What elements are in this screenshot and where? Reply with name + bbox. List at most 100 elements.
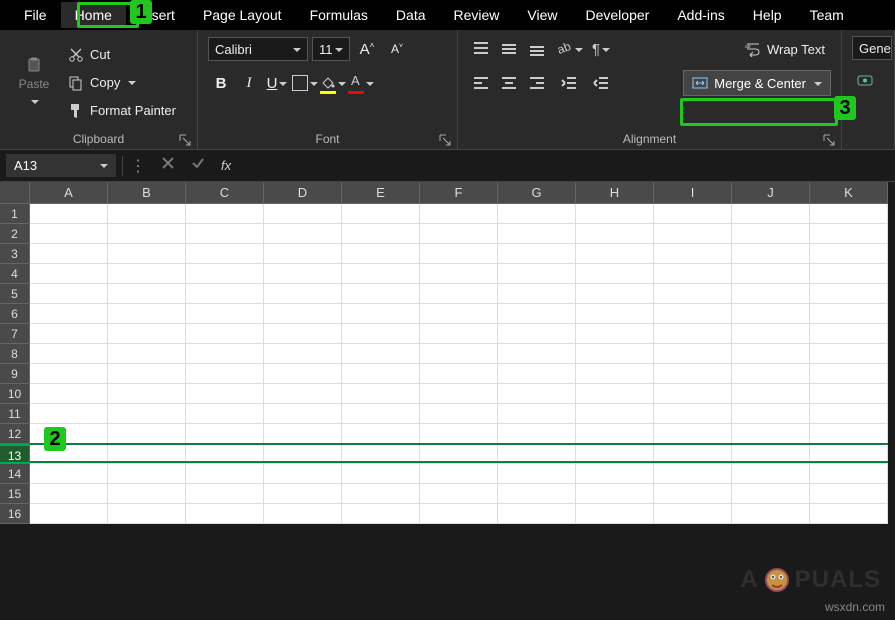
cell[interactable] [420,424,498,444]
align-top-button[interactable] [468,36,494,62]
cell[interactable] [186,384,264,404]
cell[interactable] [420,284,498,304]
cell[interactable] [498,424,576,444]
name-box[interactable]: A13 [6,154,116,177]
cell[interactable] [30,504,108,524]
cell[interactable] [186,504,264,524]
cell[interactable] [810,484,888,504]
cell[interactable] [264,484,342,504]
cell[interactable] [498,264,576,284]
cell[interactable] [420,404,498,424]
cell[interactable] [732,404,810,424]
column-header[interactable]: G [498,182,576,204]
row-header[interactable]: 6 [0,304,30,324]
cell[interactable] [576,264,654,284]
cell[interactable] [342,344,420,364]
dialog-launcher-icon[interactable] [823,133,835,145]
cell[interactable] [30,424,108,444]
align-middle-button[interactable] [496,36,522,62]
cell[interactable] [810,424,888,444]
cell[interactable] [654,224,732,244]
wrap-text-button[interactable]: ab Wrap Text [739,38,831,60]
cell[interactable] [264,384,342,404]
tab-view[interactable]: View [513,2,571,28]
tab-insert[interactable]: Insert [126,2,189,28]
cell[interactable] [264,504,342,524]
cell[interactable] [576,204,654,224]
formula-menu-button[interactable]: ⋮ [123,154,153,178]
cell[interactable] [420,444,498,464]
cell[interactable] [186,424,264,444]
cell[interactable] [732,324,810,344]
cell[interactable] [264,284,342,304]
column-header[interactable]: J [732,182,810,204]
cell[interactable] [186,484,264,504]
cell[interactable] [186,244,264,264]
cell[interactable] [810,504,888,524]
cell[interactable] [576,304,654,324]
cell[interactable] [654,384,732,404]
cell[interactable] [420,224,498,244]
tab-formulas[interactable]: Formulas [296,2,382,28]
cell[interactable] [186,284,264,304]
merge-center-button[interactable]: Merge & Center [683,70,831,96]
cell[interactable] [654,404,732,424]
cell[interactable] [498,204,576,224]
cell[interactable] [264,464,342,484]
row-header[interactable]: 4 [0,264,30,284]
row-header[interactable]: 1 [0,204,30,224]
cell[interactable] [420,384,498,404]
column-header[interactable]: E [342,182,420,204]
cell[interactable] [654,504,732,524]
column-header[interactable]: B [108,182,186,204]
cell[interactable] [576,284,654,304]
cell[interactable] [420,244,498,264]
cell[interactable] [264,304,342,324]
cell[interactable] [810,224,888,244]
cell[interactable] [810,244,888,264]
cell[interactable] [810,284,888,304]
format-painter-button[interactable]: Format Painter [62,100,182,122]
cell[interactable] [108,304,186,324]
cell[interactable] [186,324,264,344]
cell[interactable] [342,224,420,244]
cell[interactable] [30,464,108,484]
row-header[interactable]: 16 [0,504,30,524]
column-header[interactable]: I [654,182,732,204]
cell[interactable] [108,404,186,424]
cell[interactable] [342,264,420,284]
tab-team[interactable]: Team [796,2,858,28]
cell[interactable] [576,244,654,264]
cell[interactable] [420,264,498,284]
fill-color-button[interactable] [320,70,346,96]
column-header[interactable]: C [186,182,264,204]
cell[interactable] [108,224,186,244]
cell[interactable] [108,204,186,224]
cell[interactable] [732,204,810,224]
cell[interactable] [30,284,108,304]
cell[interactable] [810,344,888,364]
bold-button[interactable]: B [208,70,234,96]
cell[interactable] [576,324,654,344]
cell[interactable] [342,424,420,444]
cell[interactable] [498,464,576,484]
cancel-entry-button[interactable] [153,154,183,178]
align-bottom-button[interactable] [524,36,550,62]
cell[interactable] [264,404,342,424]
cell[interactable] [342,464,420,484]
cell[interactable] [264,244,342,264]
cell[interactable] [108,364,186,384]
cell[interactable] [654,464,732,484]
cell[interactable] [498,324,576,344]
row-header[interactable]: 7 [0,324,30,344]
cell[interactable] [108,384,186,404]
cell[interactable] [342,484,420,504]
cell[interactable] [498,224,576,244]
cell[interactable] [810,464,888,484]
cell[interactable] [576,464,654,484]
cell[interactable] [264,344,342,364]
cell[interactable] [576,224,654,244]
cell[interactable] [732,344,810,364]
cell[interactable] [498,484,576,504]
cell[interactable] [654,444,732,464]
